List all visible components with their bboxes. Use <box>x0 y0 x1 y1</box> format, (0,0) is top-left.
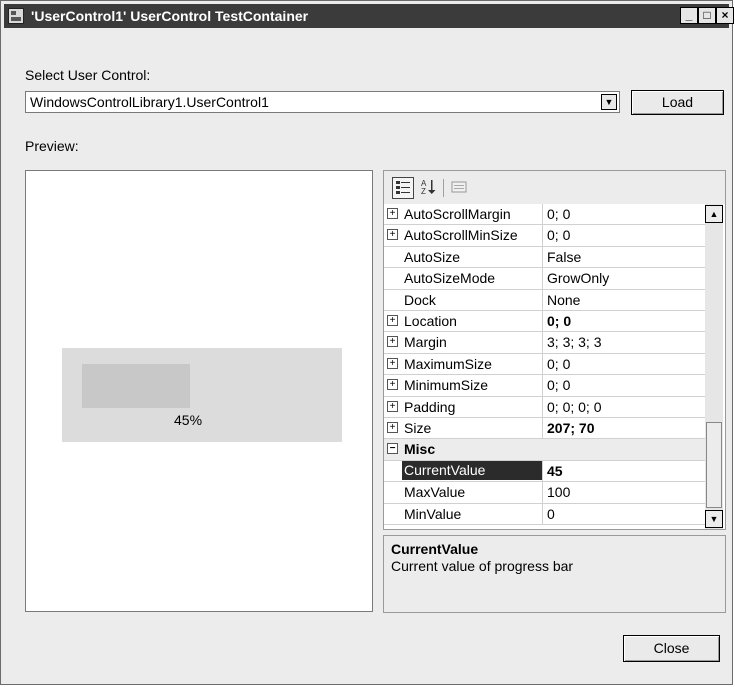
expand-icon[interactable]: + <box>387 336 398 348</box>
property-name: MaxValue <box>404 484 466 501</box>
test-container-window: 'UserControl1' UserControl TestContainer… <box>0 0 734 685</box>
property-value[interactable]: 3; 3; 3; 3 <box>547 334 601 350</box>
expand-icon[interactable]: + <box>387 422 398 433</box>
property-row[interactable]: + Location 0; 0 <box>384 311 705 333</box>
progress-percent-text: 45% <box>174 412 203 428</box>
column-divider[interactable] <box>542 460 543 482</box>
column-divider[interactable] <box>542 375 543 396</box>
property-name: Padding <box>404 398 456 415</box>
column-divider[interactable] <box>542 482 543 503</box>
property-row[interactable]: + MinimumSize 0; 0 <box>384 375 705 397</box>
expand-icon[interactable]: + <box>387 208 398 219</box>
property-value[interactable]: 207; 70 <box>547 420 594 436</box>
property-value[interactable]: 45 <box>547 463 563 479</box>
property-row[interactable]: + AutoScrollMinSize 0; 0 <box>384 225 705 247</box>
property-value[interactable]: 0; 0 <box>547 356 570 372</box>
property-row[interactable]: + Padding 0; 0; 0; 0 <box>384 396 705 418</box>
property-name: MaximumSize <box>404 355 492 372</box>
scrollbar-thumb[interactable] <box>706 422 722 508</box>
window-title: 'UserControl1' UserControl TestContainer <box>31 8 309 24</box>
scroll-up-icon[interactable]: ▲ <box>705 205 723 223</box>
chevron-down-icon[interactable]: ▼ <box>601 94 617 110</box>
property-name: AutoScrollMargin <box>404 206 511 222</box>
title-bar: 'UserControl1' UserControl TestContainer… <box>4 4 734 28</box>
property-value[interactable]: 100 <box>547 484 570 500</box>
property-row[interactable]: MinValue 0 <box>384 503 705 525</box>
property-value[interactable]: 0; 0 <box>547 313 571 329</box>
property-row[interactable]: MaxValue 100 <box>384 482 705 504</box>
expand-icon[interactable]: + <box>387 357 398 369</box>
app-window-icon[interactable] <box>8 8 24 24</box>
property-row[interactable]: AutoSize False <box>384 246 705 269</box>
column-divider[interactable] <box>542 225 543 246</box>
property-name: AutoSize <box>404 248 461 265</box>
property-row[interactable]: Dock None <box>384 289 705 311</box>
property-category-row[interactable]: − Misc <box>384 439 705 461</box>
property-value[interactable]: 0; 0 <box>547 206 570 222</box>
description-title: CurrentValue <box>391 541 479 557</box>
property-name: Misc <box>404 441 436 458</box>
alphabetical-icon[interactable]: A Z <box>417 177 439 199</box>
select-user-control-label: Select User Control: <box>25 67 151 83</box>
property-grid: A Z + AutoScrollMargin 0; 0 + AutoScrollMinS… <box>383 170 726 530</box>
preview-panel: 45% <box>25 170 373 612</box>
user-control-combobox-value: WindowsControlLibrary1.UserControl1 <box>30 94 269 110</box>
maximize-button[interactable]: □ <box>698 7 716 24</box>
close-window-button[interactable]: × <box>716 7 734 24</box>
scroll-down-icon[interactable]: ▼ <box>705 510 723 528</box>
progress-bar-fill <box>82 364 190 408</box>
property-row[interactable]: + MaximumSize 0; 0 <box>384 353 705 376</box>
property-value[interactable]: 0; 0 <box>547 227 570 243</box>
property-name: Dock <box>404 291 436 308</box>
property-name: Location <box>404 313 457 329</box>
property-description-panel: CurrentValue Current value of progress b… <box>383 535 726 613</box>
expand-icon[interactable]: + <box>387 400 398 412</box>
property-value[interactable]: 0 <box>547 506 555 522</box>
property-value[interactable]: None <box>547 292 580 308</box>
property-row[interactable]: + Size 207; 70 <box>384 418 705 440</box>
user-control-combobox[interactable]: WindowsControlLibrary1.UserControl1 ▼ <box>25 91 620 113</box>
expand-icon[interactable]: + <box>387 379 398 391</box>
property-name: AutoSizeMode <box>404 270 496 287</box>
property-row[interactable]: + AutoScrollMargin 0; 0 <box>384 204 705 226</box>
column-divider[interactable] <box>542 418 543 439</box>
close-button[interactable]: Close <box>623 635 720 662</box>
property-row[interactable]: + Margin 3; 3; 3; 3 <box>384 332 705 354</box>
property-name: AutoScrollMinSize <box>404 227 518 244</box>
column-divider[interactable] <box>542 246 543 268</box>
property-value[interactable]: 0; 0 <box>547 377 570 393</box>
column-divider[interactable] <box>542 396 543 417</box>
user-control-preview[interactable]: 45% <box>62 348 342 442</box>
column-divider[interactable] <box>542 268 543 289</box>
property-name: CurrentValue <box>402 460 542 480</box>
property-name: Margin <box>404 334 447 351</box>
svg-text:Z: Z <box>421 187 426 196</box>
property-value[interactable]: GrowOnly <box>547 270 609 286</box>
expand-icon[interactable]: + <box>387 315 398 326</box>
expand-icon[interactable]: + <box>387 229 398 241</box>
property-name: MinimumSize <box>404 377 489 394</box>
column-divider[interactable] <box>542 353 543 375</box>
column-divider[interactable] <box>542 204 543 225</box>
property-row[interactable]: AutoSizeMode GrowOnly <box>384 268 705 290</box>
property-pages-icon[interactable] <box>448 177 470 199</box>
load-button[interactable]: Load <box>631 90 724 115</box>
categorized-icon[interactable] <box>392 177 414 199</box>
toolbar-separator <box>443 179 444 197</box>
description-text: Current value of progress bar <box>391 558 574 574</box>
property-row[interactable]: CurrentValue 45 <box>384 460 705 483</box>
property-grid-rows: + AutoScrollMargin 0; 0 + AutoScrollMinSize 0… <box>384 204 725 529</box>
property-name: MinValue <box>404 505 462 522</box>
preview-label: Preview: <box>25 138 79 154</box>
property-value[interactable]: 0; 0; 0; 0 <box>547 399 601 415</box>
property-name: Size <box>404 420 432 436</box>
column-divider[interactable] <box>542 503 543 524</box>
column-divider[interactable] <box>542 311 543 332</box>
property-grid-scrollbar[interactable]: ▲ ▼ <box>705 204 723 529</box>
property-value[interactable]: False <box>547 249 581 265</box>
minimize-button[interactable]: _ <box>680 7 698 24</box>
column-divider[interactable] <box>542 289 543 310</box>
column-divider[interactable] <box>542 332 543 353</box>
collapse-icon[interactable]: − <box>387 443 398 455</box>
